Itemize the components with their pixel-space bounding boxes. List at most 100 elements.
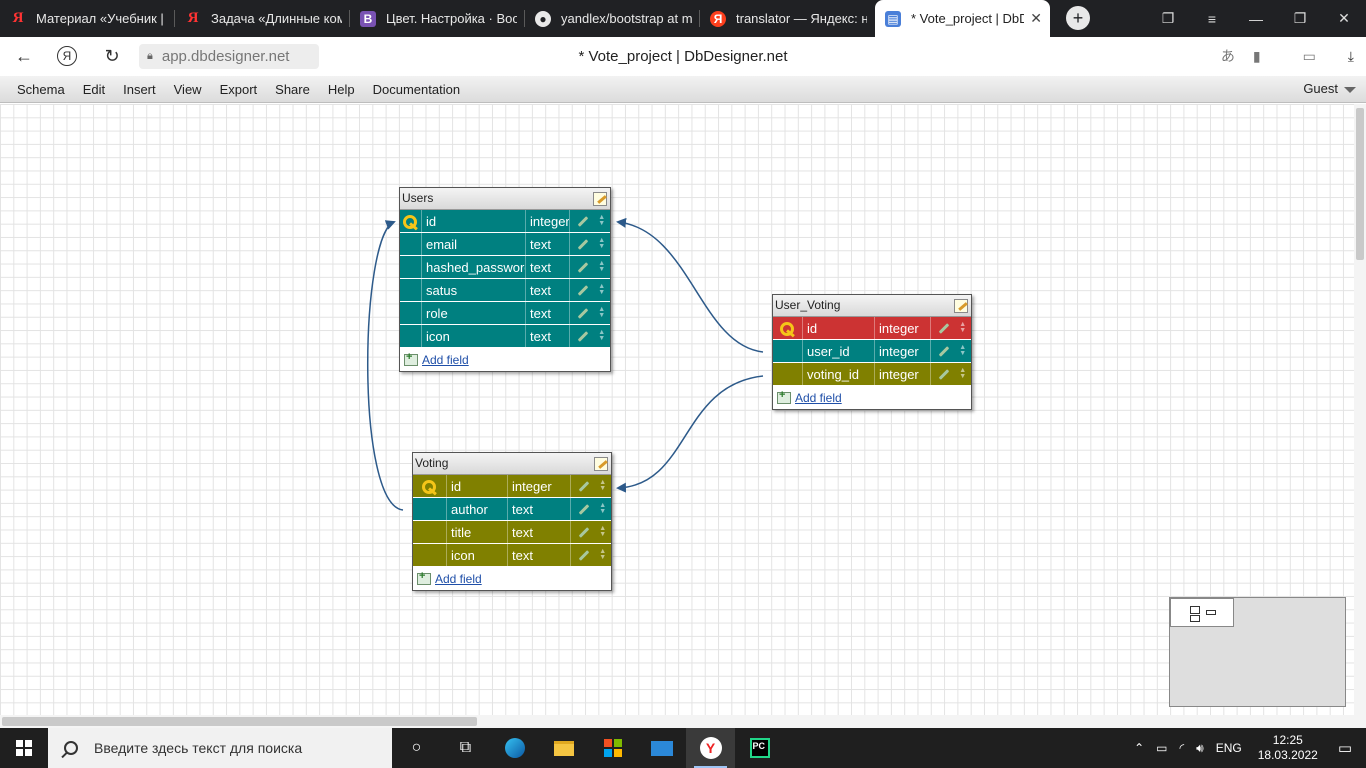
restore-button[interactable]: ❐ [1278, 10, 1322, 27]
reorder-icon[interactable]: ▲ ▼ [599, 525, 606, 538]
edit-field-icon[interactable] [938, 368, 950, 380]
task-view-icon[interactable]: ⧉ [441, 728, 490, 768]
reorder-icon[interactable]: ▲ ▼ [599, 548, 606, 561]
table-row[interactable]: icon text ▲ ▼ [400, 325, 610, 348]
menu-help[interactable]: Help [319, 82, 364, 97]
volume-icon[interactable]: 🔊︎ [1190, 741, 1210, 756]
table-row[interactable]: icon text ▲ ▼ [413, 544, 611, 567]
browser-tab[interactable]: Я Материал «Учебник | [0, 0, 175, 37]
reorder-icon[interactable]: ▲ ▼ [598, 329, 605, 342]
edit-field-icon[interactable] [577, 284, 589, 296]
minimap-viewport[interactable] [1170, 598, 1234, 627]
vertical-scroll-thumb[interactable] [1356, 108, 1364, 260]
edit-field-icon[interactable] [577, 261, 589, 273]
add-field-icon[interactable] [777, 389, 791, 404]
translate-icon[interactable]: あ [1221, 46, 1235, 66]
table-header[interactable]: Users [400, 188, 610, 210]
wifi-icon[interactable]: ◜ [1174, 741, 1191, 755]
reorder-icon[interactable]: ▲ ▼ [598, 283, 605, 296]
show-hidden-icons-icon[interactable]: ⌃ [1128, 741, 1150, 755]
notifications-icon[interactable]: ▭ [1328, 739, 1366, 757]
clock[interactable]: 12:25 18.03.2022 [1248, 733, 1328, 763]
browser-tab[interactable]: B Цвет. Настройка · Boo [350, 0, 525, 37]
table-row[interactable]: id integer ▲ ▼ [773, 317, 971, 340]
new-tab-button[interactable]: + [1066, 6, 1090, 30]
table-row[interactable]: title text ▲ ▼ [413, 521, 611, 544]
horizontal-scrollbar[interactable] [0, 715, 1366, 728]
edit-field-icon[interactable] [577, 330, 589, 342]
menu-view[interactable]: View [165, 82, 211, 97]
table-voting[interactable]: Voting id integer ▲ ▼ author text ▲ ▼ titl… [412, 452, 612, 591]
horizontal-scroll-thumb[interactable] [2, 717, 477, 726]
vertical-scrollbar[interactable] [1354, 104, 1366, 715]
edit-table-icon[interactable] [954, 299, 968, 313]
edit-table-icon[interactable] [593, 192, 607, 206]
taskbar-search[interactable]: Введите здесь текст для поиска [48, 728, 392, 768]
pycharm-icon[interactable]: PC [735, 728, 784, 768]
table-row[interactable]: id integer ▲ ▼ [413, 475, 611, 498]
reorder-icon[interactable]: ▲ ▼ [599, 479, 606, 492]
reorder-icon[interactable]: ▲ ▼ [598, 214, 605, 227]
close-window-button[interactable]: ✕ [1322, 10, 1366, 27]
reorder-icon[interactable]: ▲ ▼ [959, 344, 966, 357]
battery-saver-icon[interactable]: ▭ [1303, 48, 1316, 65]
table-row[interactable]: satus text ▲ ▼ [400, 279, 610, 302]
cortana-icon[interactable]: ○ [392, 728, 441, 768]
edit-field-icon[interactable] [578, 503, 590, 515]
edit-field-icon[interactable] [938, 322, 950, 334]
table-users[interactable]: Users id integer ▲ ▼ email text ▲ ▼ hashed… [399, 187, 611, 372]
table-header[interactable]: Voting [413, 453, 611, 475]
menu-edit[interactable]: Edit [74, 82, 114, 97]
add-field-link[interactable]: Add field [422, 353, 469, 367]
edit-field-icon[interactable] [578, 480, 590, 492]
yandex-home-icon[interactable]: Я [57, 46, 77, 66]
menu-documentation[interactable]: Documentation [364, 82, 469, 97]
table-row[interactable]: voting_id integer ▲ ▼ [773, 363, 971, 386]
menu-insert[interactable]: Insert [114, 82, 165, 97]
table-row[interactable]: id integer ▲ ▼ [400, 210, 610, 233]
menu-schema[interactable]: Schema [8, 82, 74, 97]
reorder-icon[interactable]: ▲ ▼ [598, 260, 605, 273]
table-row[interactable]: email text ▲ ▼ [400, 233, 610, 256]
minimap[interactable] [1169, 597, 1346, 707]
browser-tab[interactable]: Я Задача «Длинные ком [175, 0, 350, 37]
reorder-icon[interactable]: ▲ ▼ [959, 321, 966, 334]
user-menu[interactable]: Guest [1303, 81, 1356, 96]
browser-tab[interactable]: Я translator — Яндекс: н [700, 0, 875, 37]
add-field-icon[interactable] [417, 570, 431, 585]
yandex-browser-icon[interactable]: Y [686, 728, 735, 768]
back-arrow-icon[interactable]: ← [13, 45, 35, 67]
battery-icon[interactable]: ▭ [1150, 741, 1173, 755]
menu-icon[interactable]: ≡ [1190, 11, 1234, 27]
reload-icon[interactable]: ↻ [101, 45, 123, 67]
table-row[interactable]: role text ▲ ▼ [400, 302, 610, 325]
browser-tab[interactable]: ● yandlex/bootstrap at m [525, 0, 700, 37]
reorder-icon[interactable]: ▲ ▼ [598, 237, 605, 250]
add-field-link[interactable]: Add field [435, 572, 482, 586]
close-tab-icon[interactable]: ✕ [1030, 10, 1042, 27]
edge-icon[interactable] [490, 728, 539, 768]
edit-field-icon[interactable] [938, 345, 950, 357]
add-field-icon[interactable] [404, 351, 418, 366]
reorder-icon[interactable]: ▲ ▼ [959, 367, 966, 380]
menu-share[interactable]: Share [266, 82, 319, 97]
url-field[interactable]: 🔒︎ app.dbdesigner.net [139, 44, 319, 69]
table-row[interactable]: hashed_password text ▲ ▼ [400, 256, 610, 279]
tab-collections-icon[interactable]: ❐ [1146, 10, 1190, 27]
browser-tab-active[interactable]: ▤ * Vote_project | DbD ✕ [875, 0, 1050, 37]
reorder-icon[interactable]: ▲ ▼ [599, 502, 606, 515]
table-row[interactable]: user_id integer ▲ ▼ [773, 340, 971, 363]
mail-icon[interactable] [637, 728, 686, 768]
edit-field-icon[interactable] [578, 549, 590, 561]
edit-field-icon[interactable] [577, 307, 589, 319]
bookmark-icon[interactable]: ▮ [1253, 48, 1261, 65]
schema-canvas[interactable] [0, 104, 1354, 715]
download-icon[interactable]: ⤓ [1348, 48, 1354, 65]
start-button[interactable] [0, 728, 48, 768]
language-indicator[interactable]: ENG [1210, 741, 1248, 755]
menu-export[interactable]: Export [211, 82, 267, 97]
table-header[interactable]: User_Voting [773, 295, 971, 317]
edit-field-icon[interactable] [577, 215, 589, 227]
edit-field-icon[interactable] [578, 526, 590, 538]
edit-field-icon[interactable] [577, 238, 589, 250]
